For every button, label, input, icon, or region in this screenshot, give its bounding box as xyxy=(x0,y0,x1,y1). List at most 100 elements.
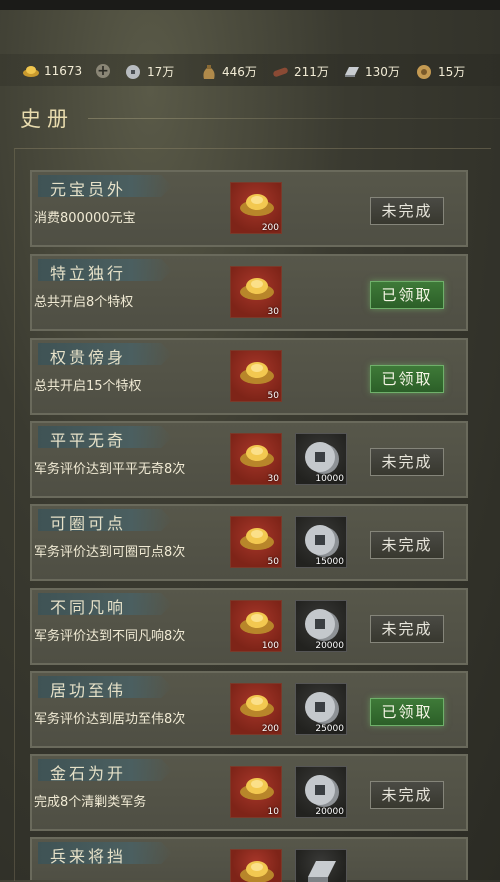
achievement-name-tag: 可圈可点 xyxy=(38,509,172,531)
gold-ingot-icon xyxy=(240,194,274,216)
status-button[interactable]: 未完成 xyxy=(370,615,444,643)
achievement-desc: 总共开启15个特权 xyxy=(34,379,142,394)
reward-qty: 200 xyxy=(261,724,279,734)
status-button[interactable]: 已领取 xyxy=(370,365,444,393)
plus-icon[interactable]: + xyxy=(96,64,110,78)
achievement-name: 可圈可点 xyxy=(50,514,127,533)
achievement-card: 特立独行 总共开启8个特权 30 已领取 xyxy=(30,254,468,331)
reward-slot[interactable]: 20000 xyxy=(295,600,347,652)
achievement-desc: 总共开启8个特权 xyxy=(34,295,134,310)
gold-ingot-icon xyxy=(240,861,274,882)
reward-slot[interactable]: 100 xyxy=(230,600,282,652)
status-button[interactable]: 未完成 xyxy=(370,448,444,476)
reward-qty: 15000 xyxy=(315,557,344,567)
resource-wood-value: 211万 xyxy=(294,64,329,79)
silver-coin-icon xyxy=(305,775,339,807)
resource-iron: 130万 xyxy=(343,62,400,80)
silver-coin-icon xyxy=(305,692,339,724)
resource-gold-value: 11673 xyxy=(44,64,83,78)
gold-ingot-icon xyxy=(22,64,39,79)
reward-qty: 30 xyxy=(267,307,279,317)
achievement-name-tag: 平平无奇 xyxy=(38,426,172,448)
silver-coin-icon xyxy=(305,525,339,557)
reward-slot[interactable]: 200 xyxy=(230,683,282,735)
achievement-name-tag: 居功至伟 xyxy=(38,676,172,698)
achievement-card: 金石为开 完成8个清剿类军务 10 20000 未完成 xyxy=(30,754,468,831)
reward-slot[interactable]: 25000 xyxy=(295,683,347,735)
status-button[interactable]: 已领取 xyxy=(370,698,444,726)
achievement-name-tag: 不同凡响 xyxy=(38,593,172,615)
wood-log-icon xyxy=(272,64,289,79)
grain-sack-icon xyxy=(200,64,217,79)
achievement-name: 权贵傍身 xyxy=(50,348,127,367)
reward-slot[interactable]: 30 xyxy=(230,433,282,485)
silver-coin-icon xyxy=(125,64,142,79)
achievement-desc: 消费800000元宝 xyxy=(34,211,136,226)
gold-ingot-icon xyxy=(240,528,274,550)
achievement-name-tag: 权贵傍身 xyxy=(38,343,172,365)
achievement-card: 兵来将挡 xyxy=(30,837,468,882)
achievement-card: 权贵傍身 总共开启15个特权 50 已领取 xyxy=(30,338,468,415)
reward-qty: 10000 xyxy=(315,474,344,484)
achievement-card: 居功至伟 军务评价达到居功至伟8次 200 25000 已领取 xyxy=(30,671,468,748)
reward-qty: 30 xyxy=(267,474,279,484)
title-divider xyxy=(88,118,500,119)
reward-qty: 10 xyxy=(267,807,279,817)
reward-qty: 20000 xyxy=(315,641,344,651)
achievement-desc: 完成8个清剿类军务 xyxy=(34,795,147,810)
silver-coin-icon xyxy=(305,609,339,641)
achievement-name-tag: 特立独行 xyxy=(38,259,172,281)
reward-slot[interactable]: 50 xyxy=(230,350,282,402)
resource-silver: 17万 xyxy=(125,62,174,80)
reward-slot[interactable] xyxy=(230,849,282,882)
achievement-card: 可圈可点 军务评价达到可圈可点8次 50 15000 未完成 xyxy=(30,504,468,581)
achievement-name-tag: 兵来将挡 xyxy=(38,842,172,864)
achievement-name: 居功至伟 xyxy=(50,681,127,700)
achievement-desc: 军务评价达到居功至伟8次 xyxy=(34,712,186,727)
reward-slot[interactable]: 20000 xyxy=(295,766,347,818)
achievement-name: 金石为开 xyxy=(50,764,127,783)
reward-slot[interactable] xyxy=(295,849,347,882)
status-button[interactable]: 未完成 xyxy=(370,197,444,225)
reward-qty: 20000 xyxy=(315,807,344,817)
reward-slot[interactable]: 200 xyxy=(230,182,282,234)
gold-ingot-icon xyxy=(240,278,274,300)
add-gold-button[interactable]: + xyxy=(96,62,110,80)
iron-bar-icon xyxy=(343,64,360,79)
reward-slot[interactable]: 10 xyxy=(230,766,282,818)
status-button[interactable]: 未完成 xyxy=(370,531,444,559)
achievement-card: 元宝员外 消费800000元宝 200 未完成 xyxy=(30,170,468,247)
achievement-name: 兵来将挡 xyxy=(50,847,127,866)
achievement-desc: 军务评价达到平平无奇8次 xyxy=(34,462,186,477)
reward-slot[interactable]: 50 xyxy=(230,516,282,568)
reward-qty: 50 xyxy=(267,557,279,567)
reward-slot[interactable]: 10000 xyxy=(295,433,347,485)
reward-qty: 25000 xyxy=(315,724,344,734)
gold-ingot-icon xyxy=(240,445,274,467)
reward-slot[interactable]: 15000 xyxy=(295,516,347,568)
gold-ingot-icon xyxy=(240,612,274,634)
achievement-desc: 军务评价达到可圈可点8次 xyxy=(34,545,186,560)
resource-silver-value: 17万 xyxy=(147,64,175,79)
page-title: 史册 xyxy=(20,107,74,131)
resource-wood: 211万 xyxy=(272,62,329,80)
status-button[interactable]: 未完成 xyxy=(370,781,444,809)
resource-grain-value: 446万 xyxy=(222,64,257,79)
achievement-card: 平平无奇 军务评价达到平平无奇8次 30 10000 未完成 xyxy=(30,421,468,498)
gold-ingot-icon xyxy=(240,778,274,800)
resource-iron-value: 130万 xyxy=(365,64,400,79)
top-status-strip xyxy=(0,0,500,10)
reward-slot[interactable]: 30 xyxy=(230,266,282,318)
resource-bronze: 15万 xyxy=(416,62,465,80)
reward-qty: 200 xyxy=(261,223,279,233)
silver-coin-icon xyxy=(305,442,339,474)
status-button[interactable]: 已领取 xyxy=(370,281,444,309)
resource-gold: 11673 xyxy=(22,62,82,80)
gold-ingot-icon xyxy=(240,695,274,717)
achievement-name: 不同凡响 xyxy=(50,598,127,617)
achievement-card: 不同凡响 军务评价达到不同凡响8次 100 20000 未完成 xyxy=(30,588,468,665)
reward-qty: 100 xyxy=(261,641,279,651)
achievement-name: 特立独行 xyxy=(50,264,127,283)
achievement-name-tag: 金石为开 xyxy=(38,759,172,781)
iron-bar-icon xyxy=(308,861,336,882)
